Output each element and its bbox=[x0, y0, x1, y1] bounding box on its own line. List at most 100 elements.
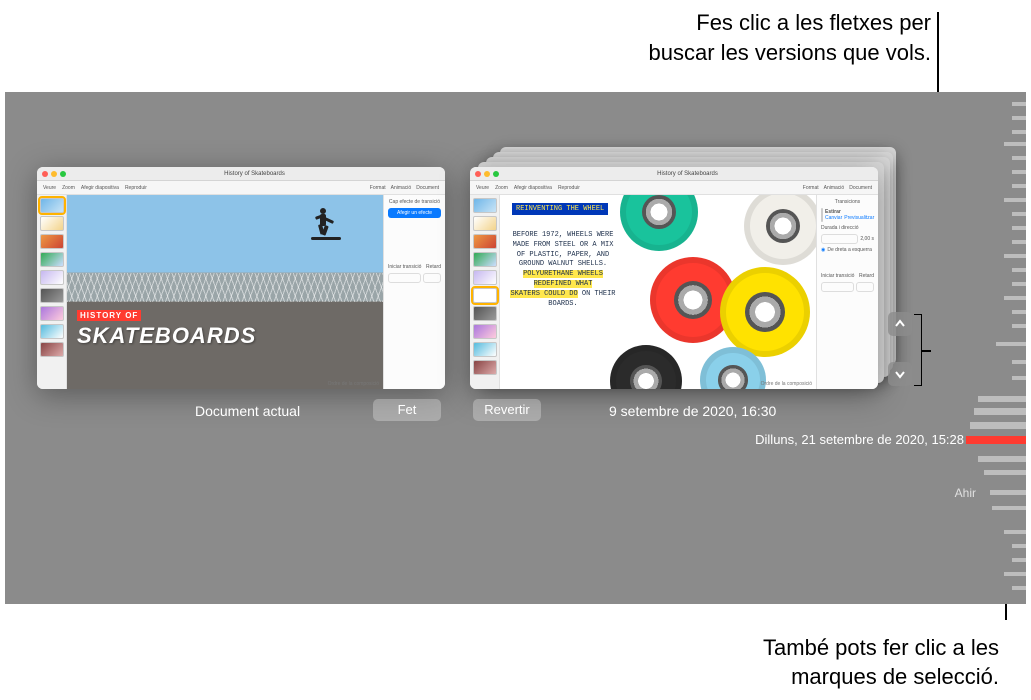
insp-delay-label: Retard bbox=[426, 264, 441, 270]
tick-mark[interactable] bbox=[1012, 268, 1026, 272]
version-nav-arrows bbox=[888, 312, 912, 386]
slide-thumb[interactable] bbox=[40, 216, 64, 231]
slide-thumb[interactable] bbox=[473, 216, 497, 231]
slide-thumb[interactable] bbox=[40, 252, 64, 267]
tick-mark[interactable] bbox=[1012, 184, 1026, 188]
slide-thumb[interactable] bbox=[473, 252, 497, 267]
zoom-icon[interactable] bbox=[60, 171, 66, 177]
tick-mark[interactable] bbox=[1012, 376, 1026, 380]
tick-mark[interactable] bbox=[978, 396, 1026, 402]
tick-mark[interactable] bbox=[1012, 226, 1026, 230]
slide-thumb[interactable] bbox=[473, 270, 497, 285]
tick-mark[interactable] bbox=[1012, 102, 1026, 106]
tick-mark[interactable] bbox=[1012, 116, 1026, 120]
slide-thumb[interactable] bbox=[40, 198, 64, 213]
start-select[interactable] bbox=[821, 282, 854, 292]
tick-mark[interactable] bbox=[1012, 310, 1026, 314]
slide-wheels-bg: reinventing the wheel Before 1972, wheel… bbox=[500, 195, 816, 389]
tick-mark[interactable] bbox=[1012, 558, 1026, 562]
slide-thumb[interactable] bbox=[473, 288, 497, 303]
tb-format[interactable]: Format bbox=[370, 185, 386, 191]
start-select[interactable] bbox=[388, 273, 421, 283]
tick-mark[interactable] bbox=[1004, 142, 1026, 146]
tb-addslide[interactable]: Afegir diapositiva bbox=[81, 185, 119, 191]
tick-mark[interactable] bbox=[1004, 254, 1026, 258]
window-title: History of Skateboards bbox=[69, 171, 440, 177]
slide-cover-bg: HISTORY OF SKATEBOARDS bbox=[67, 195, 383, 389]
tick-mark[interactable] bbox=[974, 408, 1026, 415]
skater-graphic bbox=[303, 205, 353, 245]
tb-animate[interactable]: Animació bbox=[824, 185, 845, 191]
tick-mark[interactable] bbox=[1012, 586, 1026, 590]
slide-thumb[interactable] bbox=[473, 306, 497, 321]
slide-thumb[interactable] bbox=[40, 234, 64, 249]
tick-mark[interactable] bbox=[978, 456, 1026, 462]
tick-mark[interactable] bbox=[1012, 170, 1026, 174]
tb-zoom[interactable]: Zoom bbox=[495, 185, 508, 191]
current-document-window: History of Skateboards Veure Zoom Afegir… bbox=[37, 167, 445, 389]
titlebar: History of Skateboards bbox=[37, 167, 445, 181]
direction-option[interactable]: De dreta a esquerra bbox=[827, 247, 871, 253]
zoom-icon[interactable] bbox=[493, 171, 499, 177]
close-icon[interactable] bbox=[475, 171, 481, 177]
done-button[interactable]: Fet bbox=[373, 399, 441, 421]
tick-selected[interactable] bbox=[966, 436, 1026, 444]
delay-field[interactable] bbox=[423, 273, 441, 283]
tick-mark[interactable] bbox=[992, 506, 1026, 510]
tick-mark[interactable] bbox=[970, 422, 1026, 429]
next-version-button[interactable] bbox=[888, 362, 912, 386]
slide-thumb[interactable] bbox=[40, 270, 64, 285]
tick-mark[interactable] bbox=[1004, 572, 1026, 576]
version-document-window: History of Skateboards Veure Zoom Afegir… bbox=[470, 167, 878, 389]
tick-mark[interactable] bbox=[1012, 156, 1026, 160]
delay-field[interactable] bbox=[856, 282, 874, 292]
tb-animate[interactable]: Animació bbox=[391, 185, 412, 191]
tb-document[interactable]: Document bbox=[849, 185, 872, 191]
tb-format[interactable]: Format bbox=[803, 185, 819, 191]
slide-thumb[interactable] bbox=[40, 324, 64, 339]
build-order-link[interactable]: Ordre de la composició bbox=[761, 381, 812, 387]
minimize-icon[interactable] bbox=[51, 171, 57, 177]
tick-mark[interactable] bbox=[1004, 530, 1026, 534]
tick-mark[interactable] bbox=[984, 470, 1026, 475]
slide-thumb[interactable] bbox=[473, 234, 497, 249]
tick-mark[interactable] bbox=[1012, 360, 1026, 364]
tick-mark[interactable] bbox=[1012, 130, 1026, 134]
change-effect-button[interactable]: Canviar bbox=[825, 215, 842, 221]
version-date-label: 9 setembre de 2020, 16:30 bbox=[609, 403, 776, 419]
tick-mark[interactable] bbox=[990, 490, 1026, 495]
tick-mark[interactable] bbox=[1012, 212, 1026, 216]
tb-play[interactable]: Reproduir bbox=[558, 185, 580, 191]
slide-thumb[interactable] bbox=[40, 306, 64, 321]
minimize-icon[interactable] bbox=[484, 171, 490, 177]
tb-addslide[interactable]: Afegir diapositiva bbox=[514, 185, 552, 191]
slide-thumb[interactable] bbox=[40, 288, 64, 303]
tick-mark[interactable] bbox=[1012, 544, 1026, 548]
slide-thumb[interactable] bbox=[40, 342, 64, 357]
callout-top-l2: buscar les versions que vols. bbox=[649, 38, 931, 68]
build-order-link[interactable]: Ordre de la composició bbox=[328, 381, 379, 387]
tb-view[interactable]: Veure bbox=[43, 185, 56, 191]
tb-view[interactable]: Veure bbox=[476, 185, 489, 191]
tb-play[interactable]: Reproduir bbox=[125, 185, 147, 191]
tb-zoom[interactable]: Zoom bbox=[62, 185, 75, 191]
tick-mark[interactable] bbox=[996, 342, 1026, 346]
tick-mark[interactable] bbox=[1012, 282, 1026, 286]
slide-thumb[interactable] bbox=[473, 324, 497, 339]
versions-stage: History of Skateboards Veure Zoom Afegir… bbox=[5, 92, 1026, 604]
slide-thumb[interactable] bbox=[473, 342, 497, 357]
tick-mark[interactable] bbox=[1004, 296, 1026, 300]
tick-mark[interactable] bbox=[1012, 240, 1026, 244]
tick-mark[interactable] bbox=[1004, 198, 1026, 202]
add-effect-button[interactable]: Afegir un efecte bbox=[388, 208, 441, 218]
close-icon[interactable] bbox=[42, 171, 48, 177]
preview-effect-button[interactable]: Previsualitzar bbox=[844, 215, 874, 221]
slide-thumb[interactable] bbox=[473, 360, 497, 375]
slide-thumb[interactable] bbox=[473, 198, 497, 213]
tick-mark[interactable] bbox=[1012, 324, 1026, 328]
duration-field[interactable] bbox=[821, 234, 858, 244]
inspector-panel: Transicions Estirar Canviar Previsualitz… bbox=[816, 195, 878, 389]
tb-document[interactable]: Document bbox=[416, 185, 439, 191]
prev-version-button[interactable] bbox=[888, 312, 912, 336]
revert-button[interactable]: Revertir bbox=[473, 399, 541, 421]
